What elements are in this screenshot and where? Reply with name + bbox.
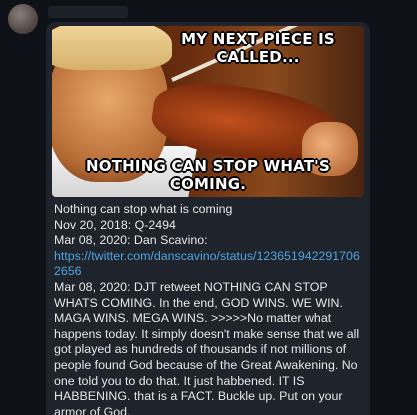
message-bubble: MY NEXT PIECE IS CALLED... NOTHING CAN S… <box>46 22 370 415</box>
meme-caption-top: MY NEXT PIECE IS CALLED... <box>181 30 335 66</box>
message-line: Mar 08, 2020: Dan Scavino: https://twitt… <box>54 233 366 280</box>
message-line-prefix: Mar 08, 2020: Dan Scavino: <box>54 233 208 248</box>
sender-name-placeholder <box>48 6 128 18</box>
message-line: Nov 20, 2018: Q-2494 <box>54 217 176 232</box>
meme-image[interactable]: MY NEXT PIECE IS CALLED... NOTHING CAN S… <box>52 26 364 197</box>
twitter-link[interactable]: https://twitter.com/danscavino/status/12… <box>54 249 360 279</box>
message-line: Mar 08, 2020: DJT retweet NOTHING CAN ST… <box>54 279 360 415</box>
message-line: Nothing can stop what is coming <box>54 202 233 216</box>
message-text: Nothing can stop what is coming Nov 20, … <box>54 202 366 415</box>
avatar[interactable] <box>8 4 38 34</box>
meme-caption-bottom: NOTHING CAN STOP WHAT'S COMING. <box>86 157 330 193</box>
